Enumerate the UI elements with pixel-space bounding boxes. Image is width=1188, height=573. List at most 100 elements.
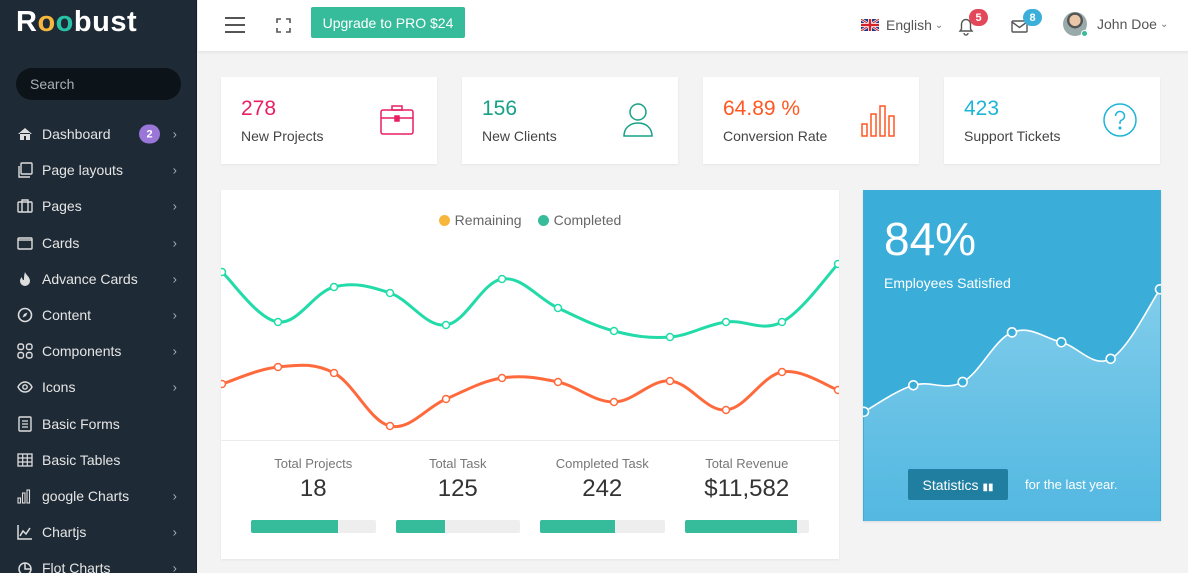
sidebar-search-input[interactable] bbox=[16, 68, 181, 100]
data-point-completed[interactable] bbox=[721, 317, 731, 327]
sidebar-item-dashboard[interactable]: Dashboard 2 › bbox=[0, 116, 197, 152]
total-task: Total Task 125 bbox=[386, 456, 531, 533]
menu-toggle-icon[interactable] bbox=[225, 17, 245, 33]
stat-card-new-projects: 278 New Projects bbox=[221, 77, 437, 164]
sidebar-item-google-charts[interactable]: google Charts › bbox=[0, 478, 197, 514]
legend-item-completed[interactable]: Completed bbox=[537, 212, 621, 228]
fullscreen-icon[interactable] bbox=[276, 18, 291, 33]
data-point-completed[interactable] bbox=[833, 259, 840, 269]
data-point-completed[interactable] bbox=[497, 274, 507, 284]
stat-label: Conversion Rate bbox=[723, 128, 828, 144]
divider bbox=[221, 440, 839, 441]
data-point-remaining[interactable] bbox=[833, 385, 840, 395]
data-point-remaining[interactable] bbox=[721, 405, 731, 415]
sidebar-item-components[interactable]: Components › bbox=[0, 333, 197, 369]
progress-fill bbox=[540, 520, 615, 533]
data-point-completed[interactable] bbox=[777, 317, 787, 327]
data-point-completed[interactable] bbox=[553, 303, 563, 313]
satisfaction-label: Employees Satisfied bbox=[884, 275, 1011, 291]
data-point-remaining[interactable] bbox=[609, 397, 619, 407]
logo[interactable]: Roobust bbox=[16, 6, 137, 39]
briefcase-icon bbox=[16, 197, 34, 215]
sidebar-item-label: Basic Forms bbox=[42, 415, 120, 432]
upgrade-button[interactable]: Upgrade to PRO $24 bbox=[311, 7, 465, 38]
data-point-completed[interactable] bbox=[329, 282, 339, 292]
total-value: $11,582 bbox=[704, 475, 790, 502]
statistics-button[interactable]: Statistics ▮▮ bbox=[908, 469, 1008, 500]
language-selector[interactable]: English ⌄ bbox=[861, 17, 943, 33]
data-point-completed[interactable] bbox=[665, 332, 675, 342]
satisfaction-value: 84% bbox=[884, 213, 977, 265]
chevron-right-icon: › bbox=[172, 560, 177, 573]
chevron-right-icon: › bbox=[172, 126, 177, 142]
sidebar-item-pages[interactable]: Pages › bbox=[0, 188, 197, 224]
stat-value: 64.89 % bbox=[723, 97, 801, 120]
sidebar-item-label: Content bbox=[42, 307, 92, 324]
user-name: John Doe bbox=[1097, 16, 1157, 32]
series-line-completed bbox=[221, 262, 839, 339]
bar-chart-icon: ▮▮ bbox=[982, 481, 994, 493]
chevron-right-icon: › bbox=[172, 162, 177, 178]
line-chart-icon bbox=[16, 523, 34, 541]
data-point-satisfaction[interactable] bbox=[863, 406, 870, 418]
stat-value: 278 bbox=[241, 97, 277, 120]
data-point-satisfaction[interactable] bbox=[957, 376, 968, 388]
data-point-satisfaction[interactable] bbox=[1056, 336, 1067, 348]
logo-text: bust bbox=[73, 6, 138, 38]
total-revenue: Total Revenue $11,582 bbox=[675, 456, 820, 533]
sidebar-item-content[interactable]: Content › bbox=[0, 297, 197, 333]
table-icon bbox=[16, 451, 34, 469]
sidebar-item-label: Pages bbox=[42, 198, 82, 215]
data-point-satisfaction[interactable] bbox=[1006, 327, 1018, 338]
legend-label: Remaining bbox=[454, 212, 522, 228]
data-point-completed[interactable] bbox=[609, 326, 619, 336]
data-point-satisfaction[interactable] bbox=[1105, 353, 1116, 365]
data-point-remaining[interactable] bbox=[221, 379, 227, 389]
completed-task: Completed Task 242 bbox=[530, 456, 675, 533]
chevron-right-icon: › bbox=[172, 379, 177, 395]
data-point-remaining[interactable] bbox=[665, 376, 675, 386]
data-point-completed[interactable] bbox=[273, 317, 283, 327]
data-point-remaining[interactable] bbox=[777, 367, 787, 377]
bar-chart-icon bbox=[861, 105, 895, 137]
notifications-badge: 5 bbox=[969, 9, 988, 26]
data-point-remaining[interactable] bbox=[273, 362, 283, 372]
progress-bar bbox=[395, 520, 520, 533]
data-point-remaining[interactable] bbox=[553, 377, 563, 387]
stat-value: 156 bbox=[482, 97, 518, 120]
sidebar-item-icons[interactable]: Icons › bbox=[0, 369, 197, 405]
help-icon bbox=[1103, 103, 1137, 137]
sidebar-item-flot-charts[interactable]: Flot Charts › bbox=[0, 550, 197, 573]
data-point-remaining[interactable] bbox=[441, 394, 451, 404]
sidebar-item-advance-cards[interactable]: Advance Cards › bbox=[0, 261, 197, 297]
online-status-dot bbox=[1081, 30, 1088, 37]
total-value: 18 bbox=[299, 475, 327, 502]
sidebar: Roobust Dashboard2›Page layouts›Pages›Ca… bbox=[0, 0, 197, 573]
sidebar-item-cards[interactable]: Cards › bbox=[0, 225, 197, 261]
employees-satisfied-card: 84% Employees Satisfied Statistics ▮▮ fo… bbox=[863, 190, 1161, 521]
chevron-right-icon: › bbox=[172, 524, 177, 540]
data-point-remaining[interactable] bbox=[497, 373, 507, 383]
sidebar-item-label: Cards bbox=[42, 234, 80, 251]
data-point-completed[interactable] bbox=[385, 288, 395, 298]
sidebar-item-basic-tables[interactable]: Basic Tables bbox=[0, 442, 197, 478]
data-point-completed[interactable] bbox=[441, 320, 451, 330]
data-point-remaining[interactable] bbox=[385, 421, 395, 431]
document-icon bbox=[16, 415, 34, 433]
user-menu[interactable]: John Doe ⌄ bbox=[1063, 12, 1168, 37]
messages-badge: 8 bbox=[1023, 9, 1042, 26]
data-point-completed[interactable] bbox=[221, 267, 227, 277]
data-point-satisfaction[interactable] bbox=[1154, 284, 1162, 295]
data-point-remaining[interactable] bbox=[329, 368, 339, 378]
satisfaction-note: for the last year. bbox=[1025, 477, 1118, 492]
progress-bar bbox=[251, 520, 376, 533]
logo-text: o bbox=[37, 6, 56, 38]
total-projects: Total Projects 18 bbox=[241, 456, 386, 533]
sidebar-item-basic-forms[interactable]: Basic Forms bbox=[0, 406, 197, 442]
sidebar-item-chartjs[interactable]: Chartjs › bbox=[0, 514, 197, 550]
progress-bar bbox=[684, 520, 809, 533]
legend-item-remaining[interactable]: Remaining bbox=[438, 212, 522, 228]
sidebar-item-page-layouts[interactable]: Page layouts › bbox=[0, 152, 197, 188]
data-point-satisfaction[interactable] bbox=[908, 379, 919, 391]
compass-icon bbox=[16, 306, 34, 324]
